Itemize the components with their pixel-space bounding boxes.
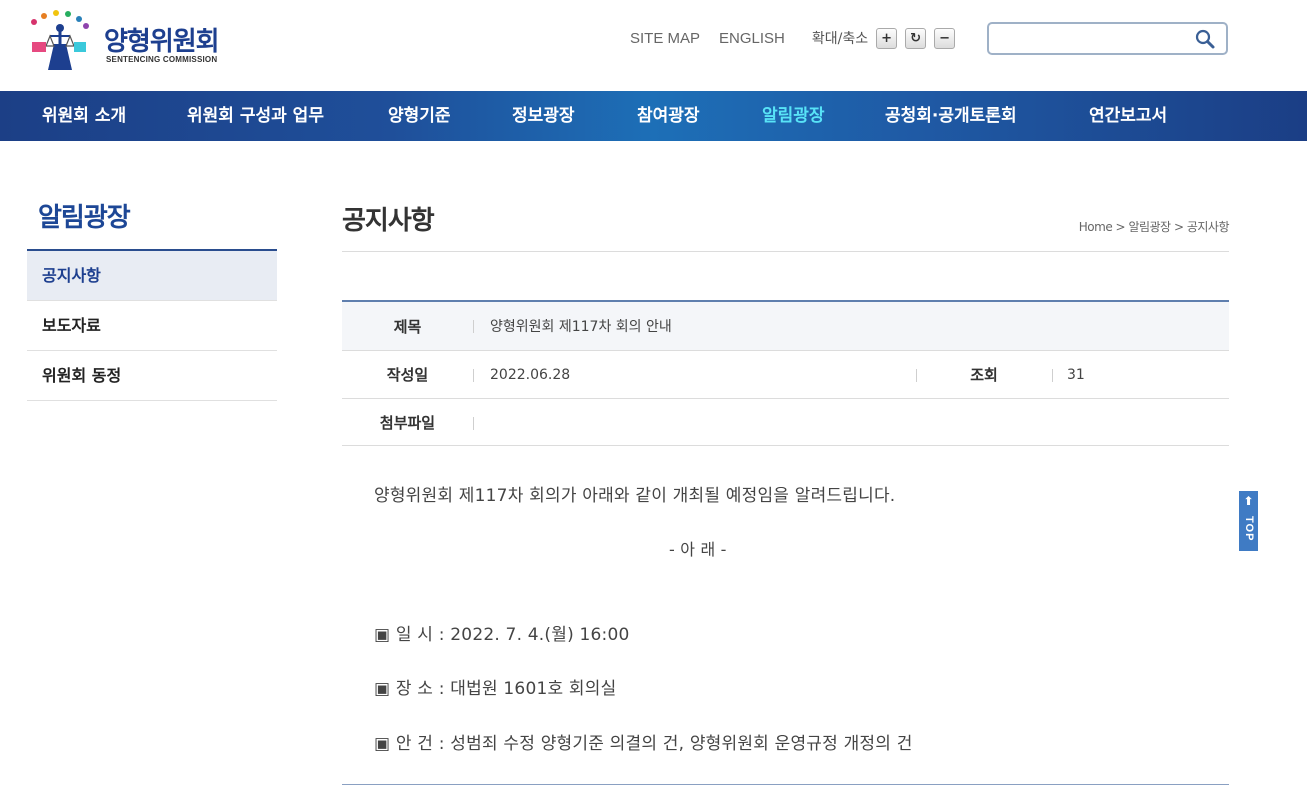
post-intro: 양형위원회 제117차 회의가 아래와 같이 개최될 예정임을 알려드립니다. [374,486,896,506]
search-input[interactable] [995,24,1190,52]
scroll-top-button[interactable]: ⬆ TOP [1239,491,1258,551]
sidebar-item-activities[interactable]: 위원회 동정 [27,351,277,401]
gnb-item-annual-report[interactable]: 연간보고서 [1089,91,1167,141]
subject-value: 양형위원회 제117차 회의 안내 [490,319,672,335]
scroll-top-label: TOP [1243,516,1255,542]
gnb-item-info[interactable]: 정보광장 [512,91,575,141]
attachment-label: 첨부파일 [379,413,436,432]
title-divider [342,251,1229,252]
post-center-heading: - 아 래 - [669,540,727,559]
post-line-datetime: ▣ 일 시 : 2022. 7. 4.(월) 16:00 [374,625,630,645]
column-divider [473,369,474,382]
sitemap-link[interactable]: SITE MAP [630,30,700,47]
column-divider [473,320,474,333]
site-logo[interactable]: 양형위원회 SENTENCING COMMISSION [24,8,244,74]
post-attachment-row: 첨부파일 [342,399,1229,446]
arrow-up-icon: ⬆ [1243,494,1254,508]
column-divider [1052,369,1053,382]
breadcrumb: Home > 알림광장 > 공지사항 [1079,218,1230,235]
subject-label: 제목 [393,317,422,336]
page-title: 공지사항 [342,206,435,236]
views-label: 조회 [970,366,998,384]
site-header: 양형위원회 SENTENCING COMMISSION SITE MAP ENG… [0,0,1307,91]
breadcrumb-separator: > [1173,220,1184,234]
breadcrumb-home[interactable]: Home [1079,220,1113,234]
date-value: 2022.06.28 [490,366,571,383]
breadcrumb-section[interactable]: 알림광장 [1128,220,1171,234]
breadcrumb-separator: > [1115,220,1126,234]
english-link[interactable]: ENGLISH [719,30,785,47]
zoom-in-button[interactable]: + [876,27,898,49]
gnb-item-notice[interactable]: 알림광장 [762,91,825,141]
post-bottom-divider [342,784,1229,785]
sidebar-item-press[interactable]: 보도자료 [27,301,277,351]
gnb-item-guidelines[interactable]: 양형기준 [388,91,451,141]
search-box [987,22,1228,55]
sidebar-menu: 공지사항 보도자료 위원회 동정 [27,249,277,401]
column-divider [473,417,474,430]
post-line-location: ▣ 장 소 : 대법원 1601호 회의실 [374,679,617,699]
logo-emblem-icon [31,10,89,70]
post-view-table: 제목 양형위원회 제117차 회의 안내 작성일 2022.06.28 조회 3… [342,300,1229,446]
zoom-reset-button[interactable]: ↻ [905,27,927,49]
gnb-item-participation[interactable]: 참여광장 [637,91,700,141]
logo-subtitle: SENTENCING COMMISSION [106,55,218,64]
gnb-item-about[interactable]: 위원회 소개 [42,91,126,141]
gnb-item-organization[interactable]: 위원회 구성과 업무 [187,91,324,141]
post-line-agenda: ▣ 안 건 : 성범죄 수정 양형기준 의결의 건, 양형위원회 운영규정 개정… [374,734,913,754]
zoom-out-button[interactable]: − [934,27,956,49]
date-label: 작성일 [386,366,429,384]
search-icon[interactable] [1194,28,1216,50]
post-subject-row: 제목 양형위원회 제117차 회의 안내 [342,302,1229,351]
zoom-label: 확대/축소 [811,31,869,47]
gnb-item-hearing[interactable]: 공청회·공개토론회 [885,91,1017,141]
breadcrumb-current: 공지사항 [1186,220,1230,234]
utility-bar: SITE MAP ENGLISH 확대/축소 + ↻ − [630,22,963,54]
sidebar-title: 알림광장 [38,203,131,233]
views-value: 31 [1067,366,1085,383]
logo-title: 양형위원회 [104,27,220,57]
sidebar-item-notice[interactable]: 공지사항 [27,251,277,301]
post-meta-row: 작성일 2022.06.28 조회 31 [342,351,1229,399]
main-navigation: 위원회 소개 위원회 구성과 업무 양형기준 정보광장 참여광장 알림광장 공청… [0,91,1307,141]
